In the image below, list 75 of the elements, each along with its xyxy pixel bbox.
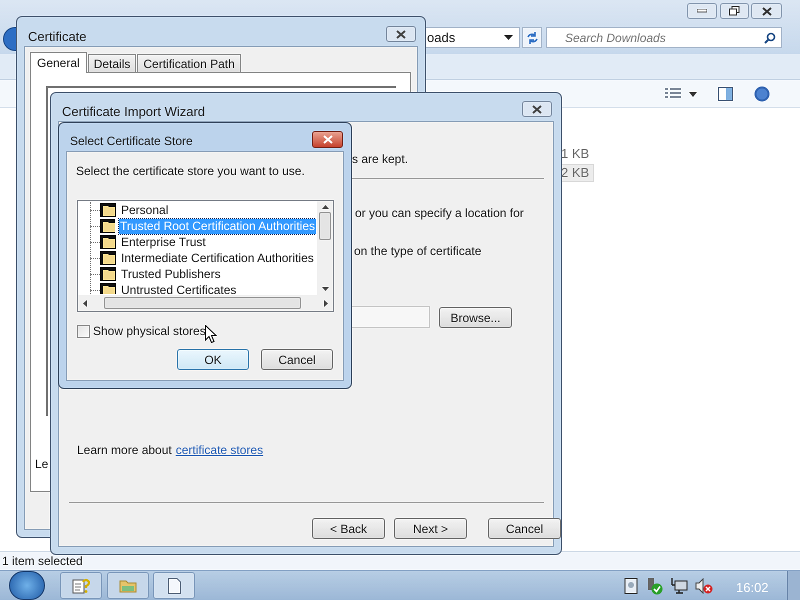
prompt-text: Select the certificate store you want to use.	[76, 163, 305, 180]
close-icon	[762, 6, 772, 16]
close-button[interactable]	[751, 3, 782, 19]
network-icon[interactable]	[670, 578, 688, 594]
folder-icon	[100, 283, 116, 294]
taskbar-button[interactable]	[153, 572, 195, 599]
scrollbar-thumb[interactable]	[319, 212, 331, 240]
close-button[interactable]	[312, 131, 343, 148]
file-size: 1 KB	[560, 145, 590, 163]
device-check-icon[interactable]	[645, 577, 663, 595]
help-icon[interactable]	[754, 86, 770, 102]
view-icon[interactable]	[665, 88, 681, 100]
close-icon	[322, 135, 332, 144]
refresh-icon	[526, 32, 538, 44]
back-button[interactable]: < Back	[312, 518, 385, 539]
address-field[interactable]: oads	[424, 27, 520, 48]
refresh-button[interactable]	[522, 27, 542, 48]
vertical-scrollbar[interactable]	[317, 201, 333, 295]
minimize-icon	[697, 9, 707, 13]
scroll-up-icon[interactable]	[322, 205, 328, 209]
folder-icon	[119, 578, 137, 593]
search-field[interactable]: Search Downloads	[546, 27, 782, 48]
next-button[interactable]: Next >	[394, 518, 467, 539]
dropdown-arrow-icon[interactable]	[689, 92, 697, 97]
folder-icon	[100, 251, 116, 265]
restore-icon	[729, 6, 740, 16]
status-text: 1 item selected	[2, 553, 83, 570]
taskbar-button[interactable]	[60, 572, 102, 599]
folder-icon	[100, 203, 116, 217]
close-button[interactable]	[522, 101, 552, 117]
checkbox[interactable]	[77, 324, 90, 338]
wizard-text: or you can specify a location for	[355, 205, 524, 222]
scroll-left-icon[interactable]	[83, 300, 87, 306]
store-item[interactable]: Enterprise Trust	[120, 234, 207, 250]
notes-icon[interactable]	[624, 578, 638, 594]
store-item[interactable]: Intermediate Certification Authorities	[120, 250, 315, 266]
folder-icon	[100, 267, 116, 281]
checkbox-label[interactable]: Show physical stores	[93, 322, 206, 340]
store-item[interactable]: Trusted Publishers	[120, 266, 222, 282]
certificate-text: Le	[35, 456, 48, 473]
close-icon	[396, 30, 406, 38]
scroll-right-icon[interactable]	[324, 300, 328, 306]
close-icon	[532, 104, 542, 114]
search-icon[interactable]	[764, 32, 776, 44]
store-item[interactable]: Untrusted Certificates	[120, 282, 238, 294]
document-icon	[168, 578, 180, 594]
tab[interactable]: Certification Path	[137, 54, 241, 72]
certificate-stores-link[interactable]: certificate stores	[176, 441, 264, 459]
dialog-title: Certificate Import Wizard	[62, 103, 206, 121]
maximize-button[interactable]	[720, 3, 749, 19]
scroll-down-icon[interactable]	[322, 287, 328, 291]
mouse-cursor-icon	[205, 325, 217, 344]
learn-more-text: Learn more about	[77, 442, 172, 459]
dialog-title: Select Certificate Store	[70, 133, 193, 150]
wizard-text: s are kept.	[352, 151, 408, 168]
speaker-muted-icon[interactable]	[695, 578, 713, 594]
horizontal-scrollbar[interactable]	[78, 295, 333, 311]
tab[interactable]: Details	[88, 54, 136, 72]
minimize-button[interactable]	[687, 3, 717, 19]
folder-icon	[100, 219, 116, 233]
help-document-icon	[72, 576, 90, 594]
address-text: oads	[427, 28, 456, 47]
scrollbar-thumb[interactable]	[104, 297, 301, 309]
ok-button[interactable]: OK	[177, 349, 249, 370]
store-item[interactable]: Personal	[120, 202, 170, 218]
close-button[interactable]	[386, 26, 416, 42]
browse-button[interactable]: Browse...	[439, 307, 512, 328]
cancel-button[interactable]: Cancel	[261, 349, 333, 370]
dropdown-arrow-icon[interactable]	[504, 35, 513, 40]
dialog-title: Certificate	[28, 28, 87, 46]
folder-icon	[100, 235, 116, 249]
preview-pane-icon[interactable]	[718, 87, 733, 101]
wizard-text: on the type of certificate	[354, 243, 482, 260]
tab[interactable]: General	[30, 52, 87, 73]
cancel-button[interactable]: Cancel	[488, 518, 561, 539]
